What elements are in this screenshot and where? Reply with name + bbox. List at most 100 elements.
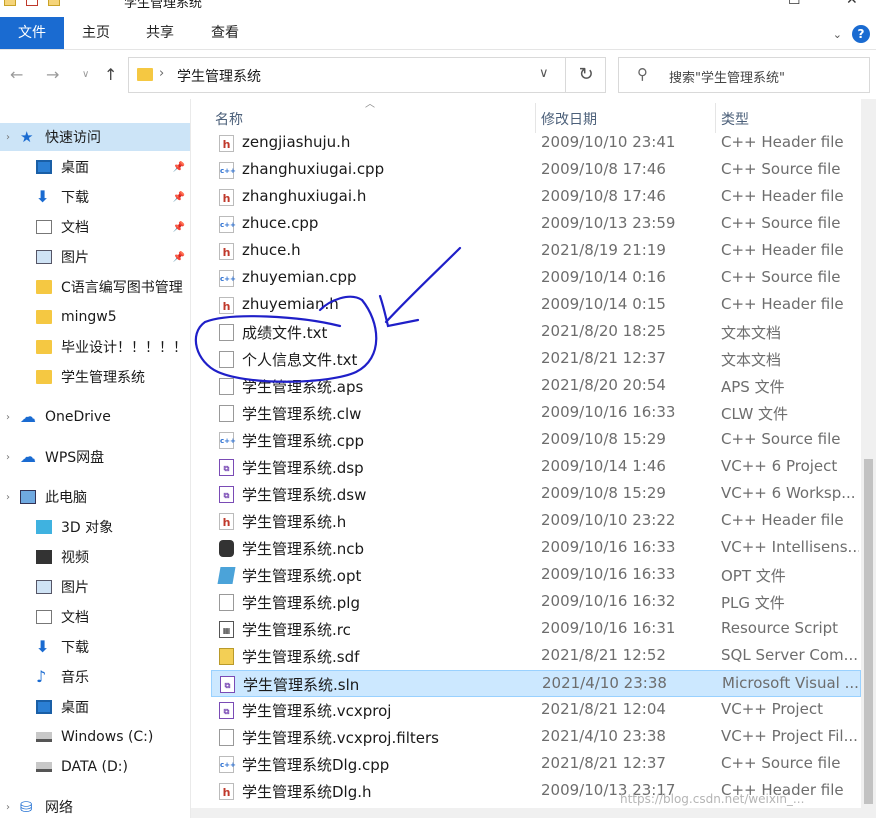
file-row[interactable]: h 学生管理系统.h 2009/10/10 23:22 C++ Header file: [211, 508, 861, 535]
vertical-scrollbar[interactable]: [861, 99, 876, 808]
sidebar-item[interactable]: ⬇ 下载: [0, 633, 190, 661]
breadcrumb-separator-icon[interactable]: ›: [159, 66, 164, 81]
tab-file[interactable]: 文件: [0, 17, 64, 49]
column-name[interactable]: 名称: [215, 109, 243, 129]
chevron-down-icon[interactable]: ∨: [539, 66, 549, 81]
file-date: 2009/10/14 1:46: [541, 457, 666, 475]
search-placeholder: 搜索"学生管理系统": [669, 71, 785, 86]
sidebar-item[interactable]: › 此电脑: [0, 483, 190, 511]
file-type: Resource Script: [721, 619, 839, 637]
back-icon[interactable]: ←: [10, 65, 23, 84]
sidebar-item[interactable]: mingw5: [0, 303, 190, 331]
file-gen-icon: [219, 378, 234, 395]
expand-chevron-icon[interactable]: ›: [6, 412, 16, 423]
close-icon[interactable]: ✕: [846, 0, 858, 8]
column-date[interactable]: 修改日期: [541, 109, 597, 129]
recent-locations-icon[interactable]: ∨: [82, 69, 89, 80]
sidebar-item[interactable]: ♪ 音乐: [0, 663, 190, 691]
sidebar-item[interactable]: 桌面 📌: [0, 153, 190, 181]
file-row[interactable]: ⧉ 学生管理系统.dsw 2009/10/8 15:29 VC++ 6 Worksp.…: [211, 481, 861, 508]
cube-icon: [36, 520, 52, 534]
help-icon[interactable]: ?: [852, 25, 870, 43]
pin-icon: 📌: [172, 221, 185, 233]
column-divider[interactable]: [715, 103, 716, 133]
file-row[interactable]: 学生管理系统.opt 2009/10/16 16:33 OPT 文件: [211, 562, 861, 589]
sidebar-item[interactable]: ⬇ 下载 📌: [0, 183, 190, 211]
expand-chevron-icon[interactable]: ›: [6, 802, 16, 813]
sidebar-item-label: 下载: [61, 190, 89, 206]
refresh-icon[interactable]: ↻: [565, 58, 606, 92]
properties-icon[interactable]: [26, 0, 38, 6]
file-row[interactable]: 学生管理系统.clw 2009/10/16 16:33 CLW 文件: [211, 400, 861, 427]
sort-ascending-icon: ︿: [365, 99, 375, 110]
file-type: APS 文件: [721, 378, 785, 396]
file-row[interactable]: 学生管理系统.vcxproj.filters 2021/4/10 23:38 VC+…: [211, 724, 861, 751]
sidebar-item[interactable]: 桌面: [0, 693, 190, 721]
sidebar-item[interactable]: 学生管理系统: [0, 363, 190, 391]
file-date: 2021/8/21 12:37: [541, 349, 666, 367]
new-folder-icon[interactable]: [48, 0, 60, 6]
sidebar-item[interactable]: Windows (C:): [0, 723, 190, 751]
file-name: 学生管理系统.dsp: [242, 459, 364, 477]
expand-chevron-icon[interactable]: ›: [6, 132, 16, 143]
computer-icon: [20, 490, 36, 504]
expand-ribbon-icon[interactable]: ⌄: [833, 28, 842, 41]
tab-view[interactable]: 查看: [197, 17, 253, 49]
sidebar-item-label: 下载: [61, 640, 89, 656]
sidebar-item[interactable]: 图片 📌: [0, 243, 190, 271]
file-row[interactable]: c++ zhuyemian.cpp 2009/10/14 0:16 C++ Sourc…: [211, 265, 861, 292]
file-gen-icon: [219, 729, 234, 746]
sidebar-item[interactable]: 视频: [0, 543, 190, 571]
sidebar-item[interactable]: › ★ 快速访问: [0, 123, 190, 151]
file-row[interactable]: 成绩文件.txt 2021/8/20 18:25 文本文档: [211, 319, 861, 346]
file-row[interactable]: 个人信息文件.txt 2021/8/21 12:37 文本文档: [211, 346, 861, 373]
file-h-icon: h: [219, 513, 234, 530]
file-row[interactable]: ⧉ 学生管理系统.sln 2021/4/10 23:38 Microsoft Visu…: [211, 670, 861, 697]
sidebar-item[interactable]: DATA (D:): [0, 753, 190, 781]
up-icon[interactable]: ↑: [104, 65, 117, 84]
search-input[interactable]: ⚲ 搜索"学生管理系统": [618, 57, 870, 93]
sidebar-item[interactable]: › ⛁ 网络: [0, 793, 190, 818]
file-cpp-icon: c++: [219, 216, 236, 233]
tab-share[interactable]: 共享: [132, 17, 188, 49]
sidebar-item-label: OneDrive: [45, 409, 111, 425]
folder-icon[interactable]: [4, 0, 16, 6]
drive-icon: [36, 732, 52, 742]
file-row[interactable]: c++ zhanghuxiugai.cpp 2009/10/8 17:46 C++ S…: [211, 157, 861, 184]
file-row[interactable]: c++ 学生管理系统.cpp 2009/10/8 15:29 C++ Source f…: [211, 427, 861, 454]
horizontal-scrollbar[interactable]: [191, 808, 876, 818]
tab-home[interactable]: 主页: [68, 17, 124, 49]
address-bar[interactable]: › 学生管理系统 ∨ ↻: [128, 57, 606, 93]
file-row[interactable]: ⧉ 学生管理系统.dsp 2009/10/14 1:46 VC++ 6 Project: [211, 454, 861, 481]
sidebar-item[interactable]: › ☁ OneDrive: [0, 403, 190, 431]
sidebar-item[interactable]: › ☁ WPS网盘: [0, 443, 190, 471]
file-row[interactable]: c++ 学生管理系统Dlg.cpp 2021/8/21 12:37 C++ Sourc…: [211, 751, 861, 778]
file-row[interactable]: 学生管理系统.sdf 2021/8/21 12:52 SQL Server Com.…: [211, 643, 861, 670]
file-row[interactable]: c++ zhuce.cpp 2009/10/13 23:59 C++ Source f…: [211, 211, 861, 238]
maximize-icon[interactable]: ☐: [788, 0, 801, 8]
sidebar-item[interactable]: 文档 📌: [0, 213, 190, 241]
forward-icon[interactable]: →: [46, 65, 59, 84]
folder-icon: [137, 68, 153, 81]
file-row[interactable]: 学生管理系统.plg 2009/10/16 16:32 PLG 文件: [211, 589, 861, 616]
sidebar-item[interactable]: 图片: [0, 573, 190, 601]
file-row[interactable]: h zengjiashuju.h 2009/10/10 23:41 C++ Heade…: [211, 130, 861, 157]
column-type[interactable]: 类型: [721, 109, 749, 129]
file-row[interactable]: h zhuce.h 2021/8/19 21:19 C++ Header file: [211, 238, 861, 265]
sidebar-item[interactable]: 文档: [0, 603, 190, 631]
file-row[interactable]: ▦ 学生管理系统.rc 2009/10/16 16:31 Resource Scrip…: [211, 616, 861, 643]
expand-chevron-icon[interactable]: ›: [6, 452, 16, 463]
file-cpp-icon: c++: [219, 162, 236, 179]
file-row[interactable]: ⧉ 学生管理系统.vcxproj 2021/8/21 12:04 VC++ Proje…: [211, 697, 861, 724]
file-row[interactable]: 学生管理系统.ncb 2009/10/16 16:33 VC++ Intellise…: [211, 535, 861, 562]
scrollbar-thumb[interactable]: [864, 459, 873, 804]
file-row[interactable]: 学生管理系统.aps 2021/8/20 20:54 APS 文件: [211, 373, 861, 400]
breadcrumb[interactable]: 学生管理系统: [177, 66, 261, 86]
column-divider[interactable]: [535, 103, 536, 133]
sidebar-item[interactable]: C语言编写图书管理: [0, 273, 190, 301]
expand-chevron-icon[interactable]: ›: [6, 492, 16, 503]
file-row[interactable]: h zhuyemian.h 2009/10/14 0:15 C++ Header fi…: [211, 292, 861, 319]
sidebar-item[interactable]: 3D 对象: [0, 513, 190, 541]
file-row[interactable]: h zhanghuxiugai.h 2009/10/8 17:46 C++ Heade…: [211, 184, 861, 211]
sidebar-item[interactable]: 毕业设计！！！！！: [0, 333, 190, 361]
